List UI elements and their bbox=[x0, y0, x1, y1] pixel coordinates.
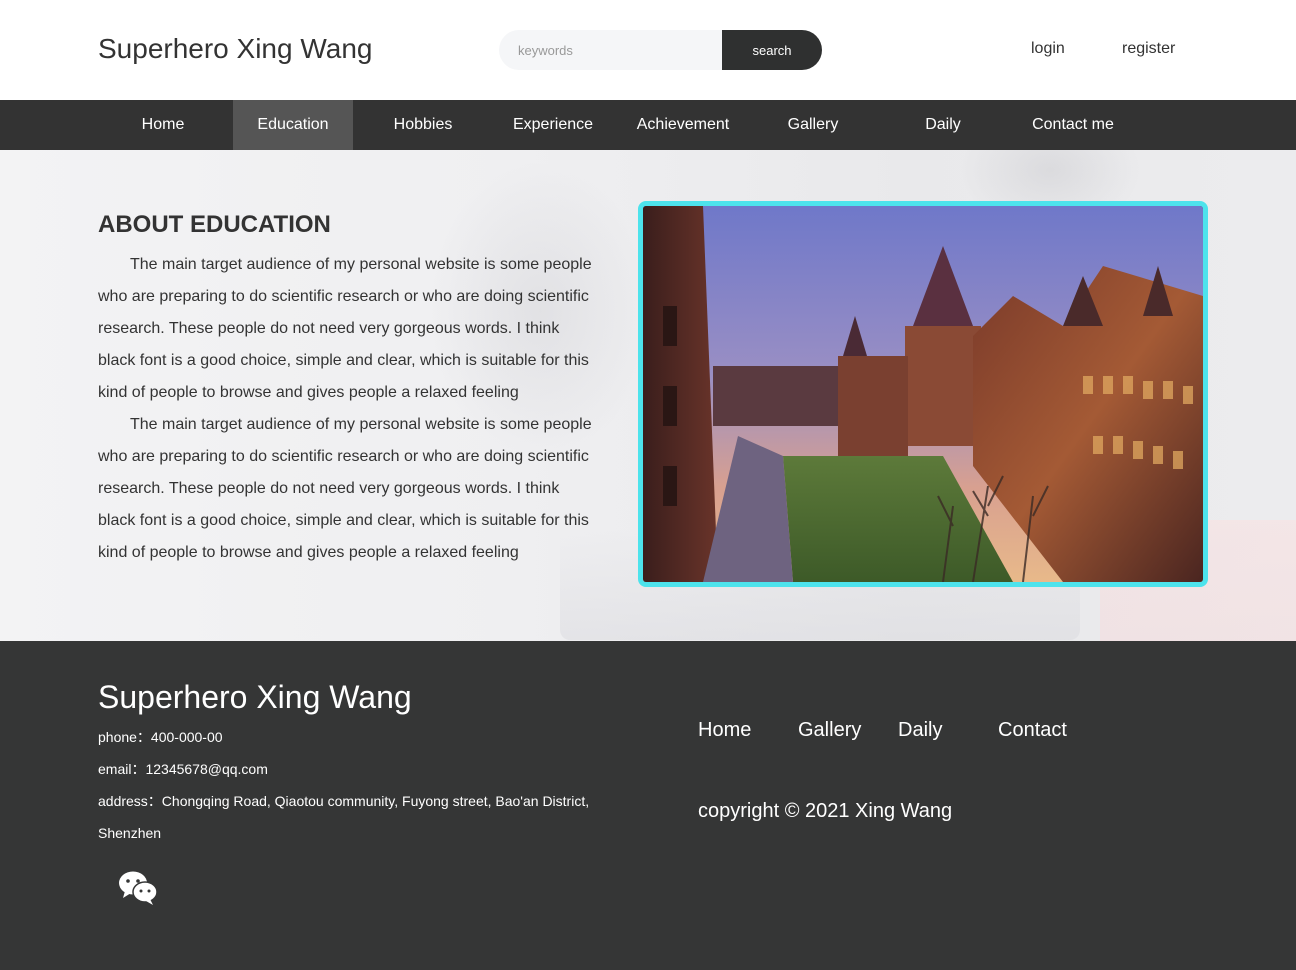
section-title: ABOUT EDUCATION bbox=[98, 211, 331, 238]
footer-title: Superhero Xing Wang bbox=[98, 679, 412, 715]
footer-link-home[interactable]: Home bbox=[698, 719, 751, 742]
footer-link-daily[interactable]: Daily bbox=[898, 719, 942, 742]
search-bar: search bbox=[499, 30, 822, 70]
nav-item-home[interactable]: Home bbox=[103, 100, 223, 150]
footer-email: email：12345678@qq.com bbox=[98, 761, 268, 777]
main-nav: Home Education Hobbies Experience Achiev… bbox=[0, 100, 1296, 150]
site-footer: Superhero Xing Wang phone：400-000-00 ema… bbox=[0, 641, 1296, 970]
campus-photo-image bbox=[643, 206, 1203, 582]
footer-link-contact[interactable]: Contact bbox=[998, 719, 1067, 742]
wechat-icon[interactable] bbox=[118, 870, 158, 906]
nav-item-education[interactable]: Education bbox=[233, 100, 353, 150]
register-link[interactable]: register bbox=[1122, 40, 1175, 58]
footer-link-gallery[interactable]: Gallery bbox=[798, 719, 861, 742]
education-paragraph: The main target audience of my personal … bbox=[98, 256, 592, 401]
education-section: ABOUT EDUCATION The main target audience… bbox=[0, 150, 1296, 641]
nav-item-contact[interactable]: Contact me bbox=[1013, 100, 1133, 150]
nav-item-experience[interactable]: Experience bbox=[493, 100, 613, 150]
education-paragraph: The main target audience of my personal … bbox=[98, 416, 592, 561]
nav-item-daily[interactable]: Daily bbox=[883, 100, 1003, 150]
footer-address: address：Chongqing Road, Qiaotou communit… bbox=[98, 793, 590, 841]
site-header: Superhero Xing Wang search login registe… bbox=[0, 0, 1296, 100]
nav-item-hobbies[interactable]: Hobbies bbox=[363, 100, 483, 150]
site-title[interactable]: Superhero Xing Wang bbox=[98, 33, 372, 65]
nav-item-achievement[interactable]: Achievement bbox=[623, 100, 743, 150]
search-button[interactable]: search bbox=[722, 30, 822, 70]
login-link[interactable]: login bbox=[1031, 40, 1065, 58]
copyright-text: copyright © 2021 Xing Wang bbox=[698, 800, 953, 822]
footer-phone: phone：400-000-00 bbox=[98, 729, 223, 745]
campus-photo bbox=[638, 201, 1208, 587]
search-input[interactable] bbox=[499, 30, 739, 70]
nav-item-gallery[interactable]: Gallery bbox=[753, 100, 873, 150]
